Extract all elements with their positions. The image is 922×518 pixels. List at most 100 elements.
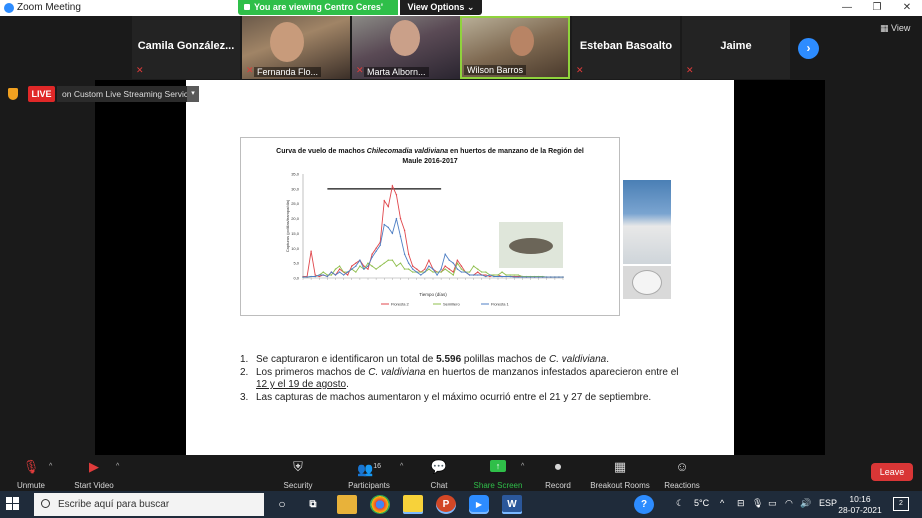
data-point [367, 265, 369, 267]
start-video-button[interactable]: ▶ Start Video [70, 455, 118, 491]
data-point [476, 274, 479, 276]
unmute-button[interactable]: 🎙 Unmute [10, 455, 52, 491]
share-options-caret[interactable]: ^ [521, 463, 524, 470]
windows-start-button[interactable] [6, 497, 20, 511]
microphone-icon[interactable]: 🎙 [752, 498, 763, 509]
battery-icon[interactable]: ▭ [768, 498, 777, 509]
help-icon[interactable]: ? [634, 495, 654, 514]
language-indicator[interactable]: ESP [819, 498, 837, 508]
participants-button[interactable]: 👥16 Participants [344, 455, 394, 491]
volume-icon[interactable]: 🔊 [800, 498, 811, 509]
file-explorer-icon[interactable] [337, 495, 357, 514]
live-badge: LIVE [28, 86, 55, 102]
taskbar-search-box[interactable]: Escribe aquí para buscar [34, 493, 264, 516]
finding-text: polillas machos de [461, 354, 549, 365]
data-point [338, 271, 341, 273]
breakout-rooms-button[interactable]: ▦ Breakout Rooms [588, 455, 652, 491]
active-speaker-tile[interactable]: Wilson Barros [460, 16, 570, 79]
data-point [391, 259, 394, 261]
tray-app-icon[interactable]: ⊟ [737, 498, 745, 509]
task-view-icon[interactable]: ⧉ [303, 495, 323, 514]
petri-dish [632, 270, 662, 295]
data-point [456, 262, 459, 264]
record-button[interactable]: ⏺ Record [542, 455, 574, 491]
data-point [355, 265, 357, 267]
next-participants-button[interactable]: › [798, 38, 819, 59]
data-point [359, 265, 361, 267]
data-point [529, 276, 532, 278]
wifi-icon[interactable]: ◠ [785, 498, 793, 509]
temperature-label[interactable]: 5°C [694, 498, 709, 508]
y-tick-label: 25,0 [291, 201, 300, 206]
search-icon [41, 499, 50, 508]
data-point [314, 274, 316, 276]
data-point [403, 268, 406, 270]
data-point [513, 276, 515, 278]
legend-label: Floresta 2 [391, 302, 410, 307]
sticky-notes-icon[interactable] [403, 495, 423, 514]
data-point [533, 276, 536, 278]
share-screen-button[interactable]: ↑ Share Screen [472, 455, 524, 491]
leave-button[interactable]: Leave [871, 463, 913, 481]
live-options-button[interactable]: ▾ [187, 86, 199, 102]
data-point [346, 271, 349, 273]
minimize-button[interactable]: — [832, 0, 862, 16]
finding-text: Se capturaron e identificaron un total d… [256, 354, 437, 365]
zoom-logo-icon [4, 3, 14, 13]
security-button[interactable]: ⛨ Security [278, 455, 318, 491]
data-point [395, 217, 398, 220]
data-point [375, 268, 377, 270]
data-point [444, 253, 446, 255]
data-point [391, 232, 394, 235]
data-point [505, 275, 507, 278]
zoom-taskbar-icon[interactable]: ▶ [469, 495, 489, 514]
trap-sample-photo [623, 266, 671, 299]
data-point [367, 268, 369, 270]
data-point [407, 268, 410, 270]
cortana-icon[interactable]: ○ [272, 495, 292, 514]
participant-video-tile[interactable]: ✕ Fernanda Flo... [242, 16, 350, 79]
data-point [472, 265, 475, 267]
data-point [525, 276, 528, 278]
sharing-banner: You are viewing Centro Ceres' screen [238, 0, 398, 27]
participant-face [390, 20, 420, 56]
view-options-button[interactable]: View Options ⌄ [400, 0, 482, 15]
y-tick-label: 5,0 [293, 261, 299, 266]
data-point [403, 229, 406, 232]
tray-overflow-icon[interactable]: ^ [720, 498, 724, 508]
chat-button[interactable]: 💬 Chat [424, 455, 454, 491]
participant-count: 16 [373, 463, 381, 470]
view-button[interactable]: ▦ View [880, 23, 910, 34]
data-point [322, 271, 325, 273]
data-point [338, 265, 341, 267]
close-button[interactable]: ✕ [892, 0, 922, 16]
chrome-icon[interactable] [370, 495, 390, 514]
word-icon[interactable]: W [502, 495, 522, 514]
powerpoint-icon[interactable]: P [436, 495, 456, 514]
participant-name: Fernanda Flo... [254, 67, 322, 77]
data-point [460, 268, 463, 270]
video-options-caret[interactable]: ^ [116, 463, 119, 470]
participant-tile[interactable]: Jaime ✕ [682, 16, 790, 79]
participants-options-caret[interactable]: ^ [400, 463, 403, 470]
participants-label: Participants [348, 481, 390, 490]
data-point [310, 250, 312, 252]
participant-tile[interactable]: Camila González... ✕ [132, 16, 240, 79]
notifications-button[interactable]: 2 [893, 497, 909, 511]
reactions-button[interactable]: ☺ Reactions [662, 455, 702, 491]
data-point [318, 274, 320, 276]
data-point [306, 276, 308, 278]
clock[interactable]: 10:16 28-07-2021 [838, 494, 882, 516]
restore-button[interactable]: ❐ [862, 0, 892, 16]
muted-mic-icon: ✕ [686, 65, 694, 75]
data-point [424, 268, 426, 270]
clock-date: 28-07-2021 [838, 505, 882, 515]
data-point [342, 274, 345, 276]
participant-video-tile[interactable]: ✕ Marta Alborn... [352, 16, 460, 79]
audio-options-caret[interactable]: ^ [49, 463, 52, 470]
participant-tile[interactable]: Esteban Basoalto ✕ [572, 16, 680, 79]
security-label: Security [283, 481, 313, 490]
weather-icon[interactable]: ☾ [676, 498, 684, 509]
data-point [367, 262, 369, 264]
data-point [326, 275, 329, 278]
